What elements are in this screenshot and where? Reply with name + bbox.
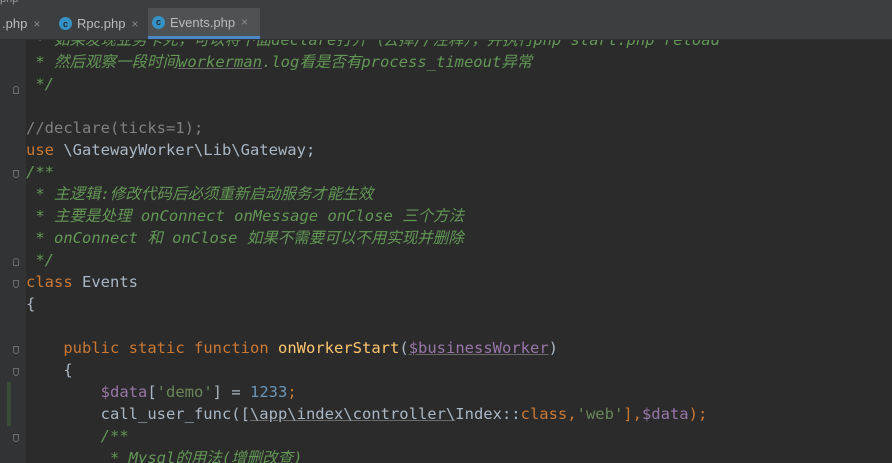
fold-end-icon[interactable]: [13, 86, 19, 94]
code-line: * 如果发现业务卡死，可以将下面declare打开（去掉//注释），并执行php…: [26, 40, 720, 49]
code-line: use \GatewayWorker\Lib\Gateway;: [26, 139, 315, 161]
editor-tab-bar: .php × c Rpc.php × c Events.php ×: [0, 8, 892, 40]
code-token: ;: [287, 383, 297, 401]
code-line: //declare(ticks=1);: [26, 119, 204, 137]
code-line: * onConnect 和 onClose 如果不需要可以不用实现并删除: [26, 229, 464, 247]
code-line: public static function onWorkerStart($bu…: [26, 337, 558, 359]
code-token: \app\index\controller\: [249, 405, 456, 423]
fold-start-icon[interactable]: [13, 434, 19, 442]
tab-events-php[interactable]: c Events.php ×: [148, 8, 260, 39]
vcs-change-marker[interactable]: [7, 382, 11, 426]
code-line: * 然后观察一段时间workerman.log看是否有process_timeo…: [26, 51, 532, 73]
close-icon[interactable]: ×: [241, 15, 248, 29]
code-token: 修改代码后必须重新启动服务才能生效: [109, 185, 374, 203]
code-line: class Events: [26, 271, 138, 293]
window-title: php: [0, 0, 18, 5]
code-token: 'demo': [156, 383, 213, 401]
tab-label: Events.php: [170, 14, 236, 30]
code-token: [: [147, 383, 157, 401]
code-token: .log看是否有process_timeout异常: [262, 53, 533, 71]
code-line: */: [26, 251, 54, 269]
code-editor[interactable]: * 如果发现业务卡死，可以将下面declare打开（去掉//注释），并执行php…: [26, 40, 892, 463]
tab-label: Rpc.php: [77, 16, 126, 31]
code-line: $data['demo'] = 1233;: [26, 381, 297, 403]
code-token: workerman: [178, 53, 262, 71]
php-class-file-icon: c: [152, 15, 165, 29]
code-token: * 主逻辑: [26, 185, 101, 203]
close-icon[interactable]: ×: [131, 17, 138, 31]
code-token: static: [128, 339, 185, 357]
code-line: * 主要是处理 onConnect onMessage onClose 三个方法: [26, 207, 465, 225]
fold-start-icon[interactable]: [13, 280, 19, 288]
code-token: use: [26, 141, 54, 159]
code-token: class: [26, 273, 73, 291]
fold-start-icon[interactable]: [13, 170, 19, 178]
close-icon[interactable]: ×: [33, 17, 40, 31]
code-token: 'web': [576, 405, 624, 423]
fold-end-icon[interactable]: [13, 258, 19, 266]
code-token: ]: [212, 383, 223, 401]
code-token: );: [688, 405, 708, 423]
code-token: $data: [100, 383, 148, 401]
code-token: * 然后观察一段时间: [26, 53, 178, 71]
code-line: * Mysql的用法(增删改查): [26, 449, 303, 463]
code-token: public: [63, 339, 120, 357]
code-token: :: [100, 185, 110, 203]
code-token: call_user_func([: [100, 405, 250, 423]
code-token: ],: [623, 405, 642, 423]
code-token: Events: [72, 273, 138, 291]
editor-gutter: [0, 40, 26, 463]
code-token: $data: [641, 405, 689, 423]
code-token: \GatewayWorker\Lib\Gateway;: [54, 141, 316, 159]
code-token: =: [222, 383, 251, 401]
code-token: (: [399, 339, 409, 357]
tab-label: .php: [2, 16, 28, 31]
fold-start-icon[interactable]: [13, 346, 19, 354]
code-line: /**: [26, 427, 129, 445]
code-token: function: [194, 339, 269, 357]
code-line: call_user_func([\app\index\controller\In…: [26, 403, 708, 425]
code-line: {: [26, 361, 73, 379]
code-line: * 主逻辑:修改代码后必须重新启动服务才能生效: [26, 183, 373, 205]
code-line: */: [26, 75, 54, 93]
code-token: 1233: [250, 383, 288, 401]
code-token: $businessWorker: [408, 339, 549, 357]
code-token: ,: [567, 405, 577, 423]
code-line: {: [26, 295, 36, 313]
tab-rpc-php[interactable]: c Rpc.php ×: [55, 8, 147, 39]
code-token: Index::: [455, 405, 521, 423]
window-title-strip: php: [0, 0, 892, 8]
code-token: class: [520, 405, 568, 423]
php-class-file-icon: c: [59, 17, 72, 30]
code-token: onWorkerStart: [278, 339, 400, 357]
tab-php-file[interactable]: .php ×: [0, 8, 50, 39]
code-line: /**: [26, 163, 54, 181]
code-token: ): [548, 339, 559, 357]
fold-start-icon[interactable]: [13, 368, 19, 376]
